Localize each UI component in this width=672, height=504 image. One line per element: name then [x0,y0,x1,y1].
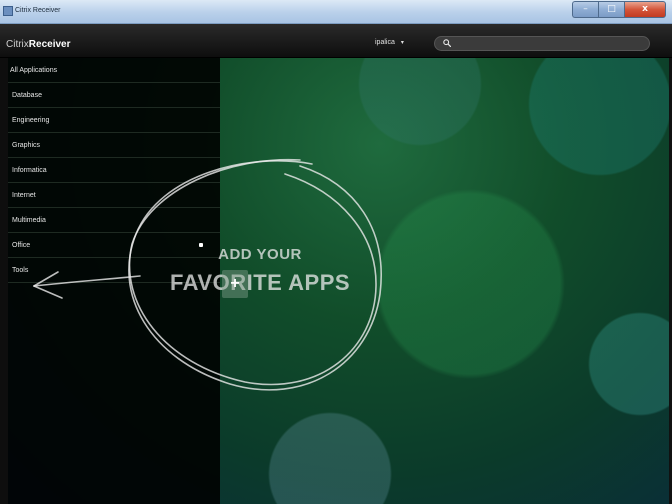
minimize-button[interactable]: – [572,1,598,18]
brand-prefix: Citrix [6,39,29,50]
window-title: Citrix Receiver [15,7,61,14]
sidebar-item-database[interactable]: Database [8,83,220,108]
search-input[interactable] [455,38,641,49]
search-box[interactable] [434,36,650,51]
sidebar-item-multimedia[interactable]: Multimedia [8,208,220,233]
sidebar-item-informatica[interactable]: Informatica [8,158,220,183]
user-name: ipalica [375,39,395,46]
sidebar-item-internet[interactable]: Internet [8,183,220,208]
cta-line-1: ADD YOUR [218,246,302,263]
cta-line-2: FAVORITE APPS [169,270,351,295]
maximize-button[interactable]: □ [598,1,624,18]
sidebar-item-label: All Applications [10,66,58,74]
mouse-cursor-icon [199,243,203,247]
add-favorite-button[interactable]: + [222,270,248,298]
sidebar-item-all-applications[interactable]: All Applications [8,58,220,83]
chevron-down-icon: ▾ [400,40,404,46]
empty-state-message: ADD YOUR FAVORITE APPS [150,246,380,306]
search-icon [443,39,451,47]
sidebar-item-graphics[interactable]: Graphics [8,133,220,158]
close-button[interactable]: x [624,1,666,18]
citrix-receiver-window: Citrix Receiver – □ x CitrixReceiver ipa… [0,0,672,504]
sidebar-item-label: Database [12,91,42,99]
user-menu[interactable]: ipalica ▾ [375,39,404,46]
window-controls: – □ x [572,1,666,18]
sidebar-item-label: Engineering [12,116,50,124]
brand-logo: CitrixReceiver [6,39,70,50]
sidebar-item-label: Graphics [12,141,41,149]
sidebar-edge [0,58,8,504]
sidebar-item-label: Office [12,241,31,249]
app-header: CitrixReceiver ipalica ▾ [0,24,672,58]
app-icon [3,6,13,16]
sidebar-item-label: Tools [12,266,29,274]
sidebar-item-label: Multimedia [12,216,46,224]
brand-name: Receiver [28,39,71,50]
window-titlebar[interactable]: Citrix Receiver – □ x [0,0,672,24]
sidebar-item-label: Internet [12,191,36,199]
client-area: CitrixReceiver ipalica ▾ All Application… [0,24,672,504]
sidebar-item-label: Informatica [12,166,47,174]
sidebar-item-engineering[interactable]: Engineering [8,108,220,133]
